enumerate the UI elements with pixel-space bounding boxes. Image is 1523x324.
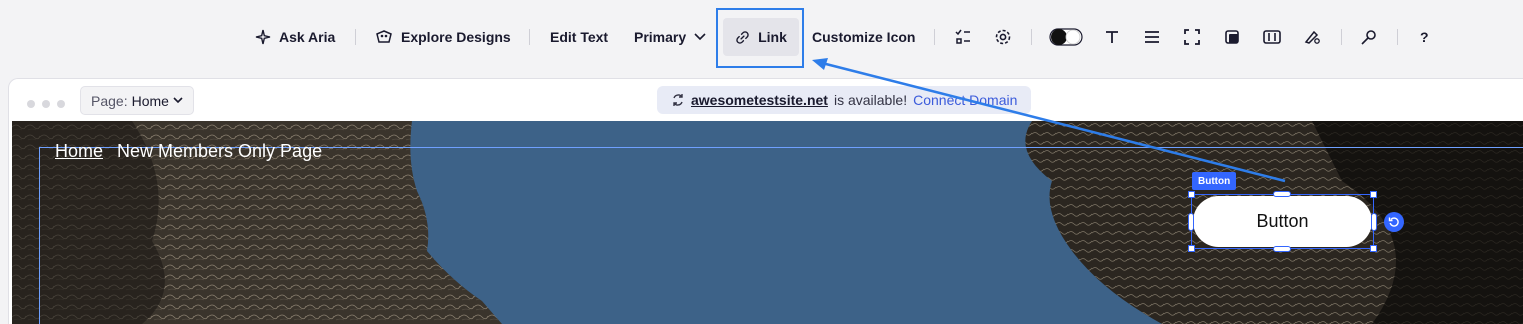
link-label: Link	[758, 29, 787, 45]
domain-name[interactable]: awesometestsite.net	[691, 92, 828, 108]
rotate-handle[interactable]	[1384, 212, 1404, 232]
divider	[529, 29, 530, 45]
site-button[interactable]: Button	[1193, 196, 1372, 247]
ask-aria-label: Ask Aria	[279, 29, 336, 45]
gear-icon[interactable]	[992, 26, 1014, 48]
stretch-icon[interactable]	[1181, 26, 1203, 48]
page-selector[interactable]: Page: Home	[80, 86, 194, 115]
chevron-down-icon	[694, 33, 706, 41]
spacing-icon[interactable]	[1261, 26, 1283, 48]
divider	[1341, 29, 1342, 45]
connect-domain-link[interactable]: Connect Domain	[913, 92, 1017, 108]
divider	[934, 29, 935, 45]
sparkle-icon	[255, 29, 271, 45]
checklist-icon[interactable]	[952, 26, 974, 48]
rotate-icon	[1388, 217, 1399, 227]
customize-icon-button[interactable]: Customize Icon	[812, 20, 915, 54]
selection-label: Button	[1192, 172, 1237, 190]
resize-handle-bottom-right[interactable]	[1370, 245, 1377, 252]
edit-text-label: Edit Text	[550, 29, 609, 45]
edit-text-button[interactable]: Edit Text	[550, 20, 608, 54]
design-settings-icon[interactable]	[1301, 26, 1323, 48]
divider	[355, 29, 356, 45]
nav-item-members[interactable]: New Members Only Page	[117, 141, 322, 162]
link-icon	[736, 30, 749, 44]
search-animation-icon[interactable]	[1358, 26, 1380, 48]
domain-banner: awesometestsite.net is available! Connec…	[657, 86, 1032, 114]
help-button[interactable]: ?	[1420, 20, 1429, 54]
help-label: ?	[1420, 29, 1429, 45]
site-nav-menu: Home New Members Only Page	[55, 141, 322, 162]
link-button[interactable]: Link	[723, 18, 799, 56]
explore-designs-label: Explore Designs	[401, 29, 511, 45]
text-icon[interactable]	[1101, 26, 1123, 48]
site-canvas[interactable]: Home New Members Only Page Button Button	[12, 121, 1523, 324]
palette-icon	[376, 30, 392, 43]
resize-handle-left[interactable]	[1188, 213, 1194, 231]
chevron-down-icon	[173, 97, 183, 104]
primary-label: Primary	[634, 29, 687, 45]
resize-handle-bottom[interactable]	[1273, 246, 1291, 252]
nav-item-home[interactable]: Home	[55, 141, 103, 162]
divider	[1397, 29, 1398, 45]
resize-handle-bottom-left[interactable]	[1188, 245, 1195, 252]
page-selector-value: Home	[131, 92, 169, 109]
resize-handle-top-left[interactable]	[1188, 191, 1195, 198]
color-toggle-icon[interactable]	[1048, 26, 1084, 48]
window-dots	[27, 100, 65, 108]
page-selector-label: Page:	[91, 92, 128, 109]
resize-handle-right[interactable]	[1371, 213, 1377, 231]
align-icon[interactable]	[1141, 26, 1163, 48]
editor-toolbar: Ask Aria Explore Designs Edit Text Prima…	[0, 0, 1523, 74]
ask-aria-button[interactable]: Ask Aria	[255, 20, 335, 54]
shadow-icon[interactable]	[1221, 26, 1243, 48]
explore-designs-button[interactable]: Explore Designs	[375, 20, 511, 54]
divider	[1031, 29, 1032, 45]
customize-icon-label: Customize Icon	[812, 29, 916, 45]
resize-handle-top[interactable]	[1273, 191, 1291, 197]
resize-handle-top-right[interactable]	[1370, 191, 1377, 198]
refresh-icon	[673, 94, 683, 106]
domain-status: is available!	[833, 92, 908, 108]
primary-dropdown[interactable]: Primary	[634, 20, 706, 54]
